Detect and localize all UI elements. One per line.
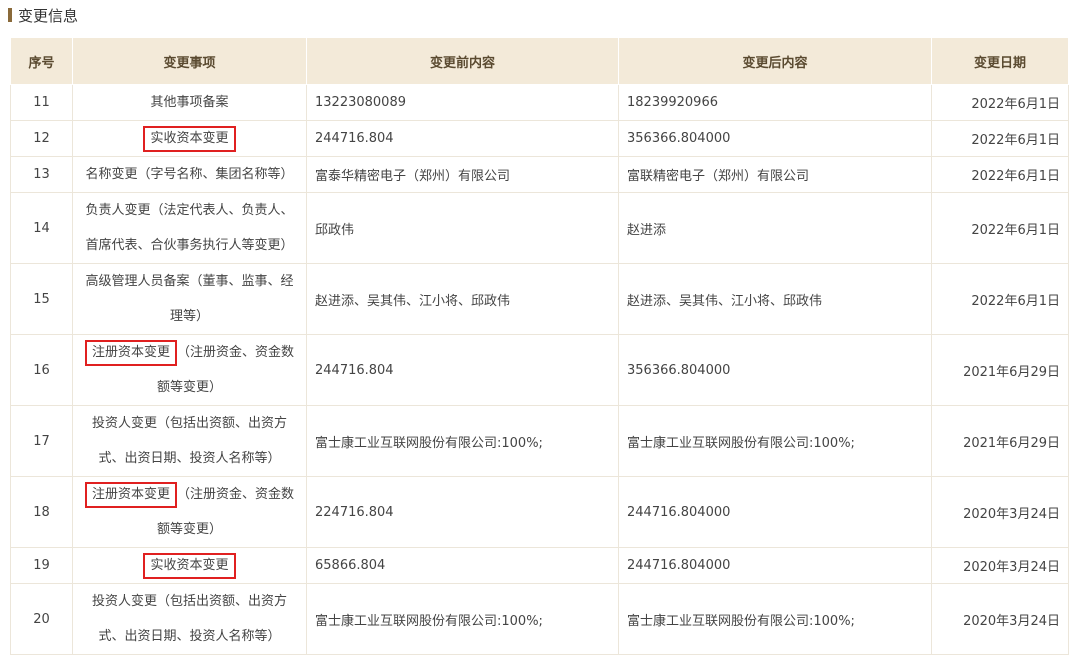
row-index: 15 bbox=[10, 263, 73, 335]
section-title-bar bbox=[8, 8, 12, 22]
table-row: 19 实收资本变更 65866.804 244716.804000 2020年3月24日 bbox=[10, 547, 1069, 584]
row-after-content: 赵进添、吴其伟、江小将、邱政伟 bbox=[618, 263, 932, 335]
row-before-content: 富泰华精密电子（郑州）有限公司 bbox=[306, 156, 619, 193]
table-row: 16 注册资本变更 （注册资金、资金数额等变更） 244716.804 356366.8… bbox=[10, 334, 1069, 406]
row-before-content: 244716.804 bbox=[306, 120, 619, 157]
change-item-text: （注册资金、资金数额等变更） bbox=[156, 487, 295, 537]
row-change-date: 2022年6月1日 bbox=[931, 120, 1069, 157]
row-index: 11 bbox=[10, 84, 73, 121]
row-change-item: 实收资本变更 bbox=[72, 547, 307, 584]
change-item-text: 投资人变更（包括出资额、出资方式、出资日期、投资人名称等） bbox=[91, 594, 287, 644]
highlighted-change-item: 注册资本变更 bbox=[84, 482, 177, 508]
row-index: 20 bbox=[10, 583, 73, 655]
row-change-item: 其他事项备案 bbox=[72, 84, 307, 121]
row-change-date: 2022年6月1日 bbox=[931, 156, 1069, 193]
row-change-item: 注册资本变更 （注册资金、资金数额等变更） bbox=[72, 476, 307, 548]
row-index: 17 bbox=[10, 405, 73, 477]
change-item-text: 其他事项备案 bbox=[150, 95, 229, 110]
header-item: 变更事项 bbox=[72, 37, 307, 85]
header-before: 变更前内容 bbox=[306, 37, 619, 85]
change-info-table: 序号 变更事项 变更前内容 变更后内容 变更日期 11 其他事项备案 1322308… bbox=[10, 37, 1069, 655]
change-item-text: 名称变更（字号名称、集团名称等） bbox=[85, 167, 294, 182]
row-change-item: 负责人变更（法定代表人、负责人、首席代表、合伙事务执行人等变更） bbox=[72, 192, 307, 264]
row-index: 16 bbox=[10, 334, 73, 406]
table-header-row: 序号 变更事项 变更前内容 变更后内容 变更日期 bbox=[10, 37, 1069, 85]
header-idx: 序号 bbox=[10, 37, 73, 85]
row-after-content: 244716.804000 bbox=[618, 476, 932, 548]
row-after-content: 富联精密电子（郑州）有限公司 bbox=[618, 156, 932, 193]
row-change-item: 高级管理人员备案（董事、监事、经理等） bbox=[72, 263, 307, 335]
row-change-date: 2022年6月1日 bbox=[931, 263, 1069, 335]
row-after-content: 18239920966 bbox=[618, 84, 932, 121]
header-after: 变更后内容 bbox=[618, 37, 932, 85]
row-change-date: 2020年3月24日 bbox=[931, 476, 1069, 548]
highlighted-change-item: 实收资本变更 bbox=[143, 126, 236, 152]
row-change-date: 2021年6月29日 bbox=[931, 405, 1069, 477]
table-row: 18 注册资本变更 （注册资金、资金数额等变更） 224716.804 244716.8… bbox=[10, 476, 1069, 548]
row-change-date: 2020年3月24日 bbox=[931, 547, 1069, 584]
row-change-date: 2022年6月1日 bbox=[931, 192, 1069, 264]
row-before-content: 赵进添、吴其伟、江小将、邱政伟 bbox=[306, 263, 619, 335]
row-after-content: 356366.804000 bbox=[618, 120, 932, 157]
highlighted-change-item: 注册资本变更 bbox=[84, 340, 177, 366]
highlighted-change-item: 实收资本变更 bbox=[143, 553, 236, 579]
row-change-item: 实收资本变更 bbox=[72, 120, 307, 157]
row-after-content: 富士康工业互联网股份有限公司:100%; bbox=[618, 405, 932, 477]
row-before-content: 邱政伟 bbox=[306, 192, 619, 264]
row-change-date: 2022年6月1日 bbox=[931, 84, 1069, 121]
table-row: 12 实收资本变更 244716.804 356366.804000 2022年6月1日 bbox=[10, 120, 1069, 157]
row-after-content: 富士康工业互联网股份有限公司:100%; bbox=[618, 583, 932, 655]
row-after-content: 356366.804000 bbox=[618, 334, 932, 406]
table-row: 17 投资人变更（包括出资额、出资方式、出资日期、投资人名称等） 富士康工业互联网股… bbox=[10, 405, 1069, 477]
row-before-content: 富士康工业互联网股份有限公司:100%; bbox=[306, 405, 619, 477]
table-row: 11 其他事项备案 13223080089 18239920966 2022年6月1日 bbox=[10, 84, 1069, 121]
row-before-content: 244716.804 bbox=[306, 334, 619, 406]
row-index: 19 bbox=[10, 547, 73, 584]
row-change-item: 投资人变更（包括出资额、出资方式、出资日期、投资人名称等） bbox=[72, 583, 307, 655]
section-header: 变更信息 bbox=[8, 4, 78, 26]
row-index: 12 bbox=[10, 120, 73, 157]
change-item-text: 高级管理人员备案（董事、监事、经理等） bbox=[85, 274, 294, 324]
row-before-content: 65866.804 bbox=[306, 547, 619, 584]
row-change-item: 名称变更（字号名称、集团名称等） bbox=[72, 156, 307, 193]
row-change-date: 2021年6月29日 bbox=[931, 334, 1069, 406]
row-after-content: 244716.804000 bbox=[618, 547, 932, 584]
table-row: 20 投资人变更（包括出资额、出资方式、出资日期、投资人名称等） 富士康工业互联网股… bbox=[10, 583, 1069, 655]
header-date: 变更日期 bbox=[931, 37, 1069, 85]
change-item-text: 负责人变更（法定代表人、负责人、首席代表、合伙事务执行人等变更） bbox=[85, 203, 294, 253]
row-change-item: 投资人变更（包括出资额、出资方式、出资日期、投资人名称等） bbox=[72, 405, 307, 477]
table-row: 15 高级管理人员备案（董事、监事、经理等） 赵进添、吴其伟、江小将、邱政伟 赵进添、… bbox=[10, 263, 1069, 335]
row-change-item: 注册资本变更 （注册资金、资金数额等变更） bbox=[72, 334, 307, 406]
row-change-date: 2020年3月24日 bbox=[931, 583, 1069, 655]
change-item-text: （注册资金、资金数额等变更） bbox=[156, 345, 295, 395]
row-before-content: 富士康工业互联网股份有限公司:100%; bbox=[306, 583, 619, 655]
row-index: 18 bbox=[10, 476, 73, 548]
table-row: 13 名称变更（字号名称、集团名称等） 富泰华精密电子（郑州）有限公司 富联精密电子（… bbox=[10, 156, 1069, 193]
row-before-content: 224716.804 bbox=[306, 476, 619, 548]
row-after-content: 赵进添 bbox=[618, 192, 932, 264]
row-index: 14 bbox=[10, 192, 73, 264]
row-index: 13 bbox=[10, 156, 73, 193]
table-row: 14 负责人变更（法定代表人、负责人、首席代表、合伙事务执行人等变更） 邱政伟 赵进添… bbox=[10, 192, 1069, 264]
section-title: 变更信息 bbox=[18, 6, 79, 25]
row-before-content: 13223080089 bbox=[306, 84, 619, 121]
change-item-text: 投资人变更（包括出资额、出资方式、出资日期、投资人名称等） bbox=[91, 416, 287, 466]
